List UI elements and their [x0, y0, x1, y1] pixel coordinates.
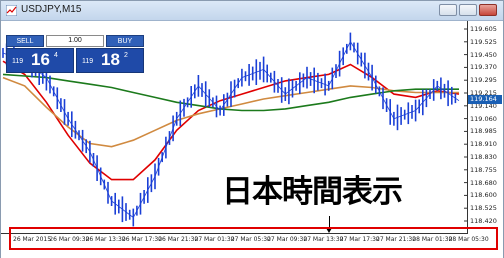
time-axis-highlight	[9, 227, 498, 250]
buy-quote-fraction: 2	[124, 52, 128, 59]
price-tick-label: 119.605	[470, 25, 497, 33]
title-bar[interactable]: USDJPY,M15	[1, 1, 503, 21]
price-tick-label: 118.985	[470, 127, 497, 136]
sell-quote-pips: 16	[31, 50, 50, 69]
one-click-trading-panel: SELL 1.00 BUY 119 16 4 119 18 2	[6, 35, 144, 93]
buy-quote[interactable]: 119 18 2	[76, 48, 144, 73]
price-tick-label: 119.295	[470, 76, 497, 85]
sell-quote-fraction: 4	[54, 52, 58, 59]
price-tick-label: 118.600	[470, 191, 497, 200]
chart-window: USDJPY,M15 119.605 119.525 119.450 119.370 1…	[0, 0, 504, 258]
price-tick-label: 118.680	[470, 178, 497, 187]
price-tick-label: 118.910	[470, 140, 497, 149]
price-tick-label: 119.370	[470, 63, 497, 72]
chart-icon	[6, 5, 17, 16]
price-tick-label: 118.525	[470, 204, 497, 213]
price-tick-label: 118.830	[470, 153, 497, 161]
close-button[interactable]	[479, 4, 497, 16]
sell-quote[interactable]: 119 16 4	[6, 48, 74, 73]
current-price-marker: 119.164	[468, 95, 502, 104]
price-tick-label: 118.755	[470, 165, 497, 174]
sell-quote-base: 119	[12, 58, 24, 65]
window-title: USDJPY,M15	[21, 4, 82, 15]
chart-area[interactable]: 119.605 119.525 119.450 119.370 119.295 119.2…	[1, 21, 503, 258]
lot-size-input[interactable]: 1.00	[46, 35, 104, 47]
annotation-label: 日本時間表示	[222, 174, 403, 210]
price-tick-label: 119.450	[470, 50, 497, 59]
price-tick-label: 118.420	[470, 217, 497, 225]
buy-button[interactable]: BUY	[106, 35, 144, 47]
price-tick-label: 119.060	[470, 114, 497, 123]
buy-quote-pips: 18	[101, 50, 120, 69]
minimize-button[interactable]	[439, 4, 457, 16]
price-axis	[467, 21, 468, 233]
sell-button[interactable]: SELL	[6, 35, 44, 47]
maximize-button[interactable]	[459, 4, 477, 16]
price-tick-label: 119.525	[470, 37, 497, 46]
buy-quote-base: 119	[82, 58, 94, 65]
